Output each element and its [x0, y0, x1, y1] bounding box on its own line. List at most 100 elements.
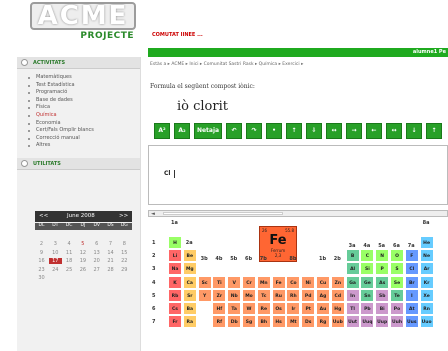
top-tab[interactable]: COMUTAT IINEE ...	[152, 32, 203, 38]
calendar-day[interactable]: 7	[104, 241, 117, 247]
element-cell[interactable]: Sn	[360, 288, 375, 302]
element-cell[interactable]: Uut	[345, 315, 360, 329]
element-cell[interactable]: Li	[168, 249, 182, 263]
element-cell[interactable]: Pd	[301, 288, 316, 302]
element-cell[interactable]: Re	[256, 302, 271, 315]
sidebar-item[interactable]: Matemàtiques	[27, 74, 140, 82]
calendar-day[interactable]: 21	[104, 258, 117, 264]
element-cell[interactable]: Zr	[212, 288, 227, 302]
toolbar-button[interactable]: ↷	[246, 123, 262, 139]
calendar-day[interactable]: 20	[90, 258, 103, 264]
calendar-day[interactable]: 14	[104, 250, 117, 256]
calendar-day[interactable]: 16	[35, 258, 48, 264]
element-cell[interactable]: Ca	[182, 275, 197, 289]
toolbar-button[interactable]: Netaja	[194, 123, 222, 139]
element-cell[interactable]: He	[419, 236, 434, 249]
calendar-day[interactable]: 3	[49, 241, 62, 247]
element-cell[interactable]: Mg	[182, 262, 197, 276]
element-cell[interactable]: F	[404, 249, 419, 263]
element-cell[interactable]: C	[360, 249, 375, 263]
calendar-day[interactable]: 29	[118, 267, 131, 273]
sidebar-item[interactable]: Programació	[27, 89, 140, 97]
element-cell[interactable]: Bh	[256, 315, 271, 329]
element-cell[interactable]: In	[345, 288, 360, 302]
toolbar-button[interactable]: ↓	[406, 123, 422, 139]
toolbar-button[interactable]: →	[346, 123, 362, 139]
element-cell[interactable]: P	[375, 262, 390, 276]
element-cell[interactable]: Cr	[242, 275, 256, 289]
element-cell[interactable]: Sb	[375, 288, 390, 302]
element-cell[interactable]: Pt	[301, 302, 316, 315]
calendar-day[interactable]: 23	[35, 267, 48, 273]
sidebar-item[interactable]: Economia	[27, 120, 140, 128]
element-cell[interactable]: Au	[316, 302, 330, 315]
utilities-header[interactable]: UTILITATS	[17, 157, 140, 170]
calendar-day[interactable]: 19	[76, 258, 89, 264]
calendar-day[interactable]: 30	[35, 275, 48, 281]
element-cell[interactable]: Ar	[419, 262, 434, 276]
element-cell[interactable]: Os	[271, 302, 286, 315]
breadcrumb[interactable]: Estàs a ▸ ACME ▸ Inici ▸ Comunitat Sastr…	[150, 62, 303, 67]
element-cell[interactable]: Cs	[168, 302, 182, 315]
element-cell[interactable]: Ag	[316, 288, 330, 302]
element-cell[interactable]: Cu	[316, 275, 330, 289]
element-cell[interactable]: Uuo	[419, 315, 434, 329]
sidebar-item[interactable]: Correcció manual	[27, 135, 140, 143]
element-cell[interactable]: Db	[227, 315, 242, 329]
calendar-day[interactable]: 22	[118, 258, 131, 264]
calendar-day[interactable]: 8	[118, 241, 131, 247]
element-cell[interactable]: Ir	[286, 302, 301, 315]
element-cell[interactable]: Ru	[271, 288, 286, 302]
calendar-day[interactable]: 9	[35, 250, 48, 256]
element-cell[interactable]: Mt	[286, 315, 301, 329]
sidebar-item[interactable]: Física	[27, 104, 140, 112]
element-cell[interactable]: Co	[286, 275, 301, 289]
element-cell[interactable]: Mn	[256, 275, 271, 289]
calendar-day[interactable]: 10	[49, 250, 62, 256]
calendar-day[interactable]: 18	[63, 258, 76, 264]
element-cell[interactable]: Ge	[360, 275, 375, 289]
element-cell[interactable]: Fr	[168, 315, 182, 329]
calendar-day[interactable]: 26	[76, 267, 89, 273]
element-cell[interactable]: Rf	[212, 315, 227, 329]
activities-header[interactable]: ACTIVITATS	[17, 57, 140, 69]
calendar-day[interactable]: 4	[63, 241, 76, 247]
element-cell[interactable]: W	[242, 302, 256, 315]
element-cell[interactable]: Hg	[330, 302, 345, 315]
element-cell[interactable]: Nb	[227, 288, 242, 302]
element-cell[interactable]: Ne	[419, 249, 434, 263]
calendar-day[interactable]: 6	[90, 241, 103, 247]
element-cell[interactable]: Uub	[330, 315, 345, 329]
calendar-day[interactable]: 13	[90, 250, 103, 256]
calendar-prev-button[interactable]: <<	[39, 213, 48, 219]
horizontal-scrollbar[interactable]: ◄	[148, 210, 448, 217]
element-cell[interactable]: Po	[390, 302, 404, 315]
calendar-next-button[interactable]: >>	[119, 213, 128, 219]
element-cell[interactable]: B	[345, 249, 360, 263]
element-cell[interactable]: V	[227, 275, 242, 289]
element-cell[interactable]: Fe	[271, 275, 286, 289]
element-cell[interactable]: Na	[168, 262, 182, 276]
element-cell[interactable]: At	[404, 302, 419, 315]
element-cell[interactable]: Uuh	[390, 315, 404, 329]
toolbar-button[interactable]: A₂	[174, 123, 190, 139]
sidebar-item[interactable]: Altres	[27, 142, 140, 150]
calendar-day[interactable]: 28	[104, 267, 117, 273]
element-cell[interactable]: Uup	[375, 315, 390, 329]
element-cell[interactable]: Uus	[404, 315, 419, 329]
element-cell[interactable]: N	[375, 249, 390, 263]
user-name[interactable]: alumne1 Pe	[413, 49, 446, 55]
element-cell[interactable]: Hf	[212, 302, 227, 315]
element-cell[interactable]: Si	[360, 262, 375, 276]
calendar-day[interactable]: 25	[63, 267, 76, 273]
sidebar-item[interactable]: Cert/Fals Omplir blancs	[27, 127, 140, 135]
element-cell[interactable]: Ga	[345, 275, 360, 289]
toolbar-button[interactable]: •	[266, 123, 282, 139]
scrollbar-thumb[interactable]	[163, 212, 283, 215]
element-cell[interactable]: Mo	[242, 288, 256, 302]
logo[interactable]: ACME PROJECTE	[30, 0, 136, 46]
element-cell[interactable]: Sg	[242, 315, 256, 329]
element-cell[interactable]: Cd	[330, 288, 345, 302]
toolbar-button[interactable]: A²	[154, 123, 170, 139]
element-cell[interactable]: Sr	[182, 288, 197, 302]
